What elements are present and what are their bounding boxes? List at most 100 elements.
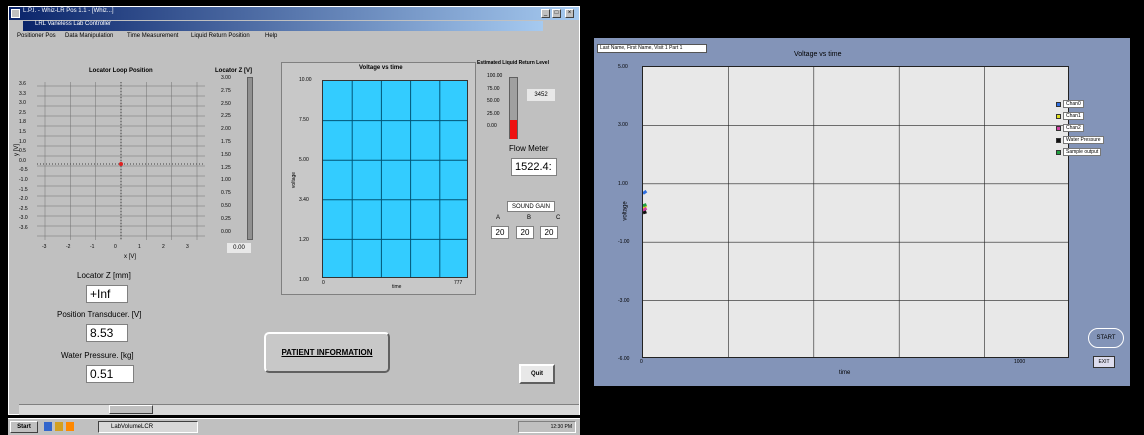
- recording-chart-x-tick-end: 1000: [1014, 359, 1026, 365]
- liquid-return-readout: 3452: [527, 89, 555, 101]
- sound-gain-header-b: B: [527, 215, 532, 221]
- locator-z-tick-11: 0.25: [221, 215, 231, 222]
- locator-y-tick-14: -3.0: [19, 215, 28, 222]
- locator-x-tick-0: -3: [42, 244, 47, 250]
- app-icon[interactable]: [11, 9, 20, 18]
- locator-y-tick-5: 1.5: [19, 129, 26, 135]
- legend-label: Sample output: [1063, 148, 1102, 156]
- locator-x-tick-4: 1: [138, 244, 141, 250]
- locator-z-tick-6: 1.50: [221, 151, 231, 158]
- series-line-4: [643, 203, 647, 208]
- legend-item-3: Water Pressure: [1056, 136, 1104, 144]
- legend-label: Chan1: [1063, 112, 1084, 120]
- locator-z-tick-9: 0.75: [221, 190, 231, 197]
- inner-titlebar[interactable]: LRL Vaneless Lab Controller: [23, 21, 543, 31]
- recording-chart-x-tick-start: 0: [640, 359, 643, 365]
- sound-gain-header-a: A: [496, 215, 501, 221]
- maximize-button[interactable]: □: [552, 9, 561, 18]
- locator-y-tick-8: 0.0: [19, 157, 26, 164]
- recording-chart-plot: [642, 66, 1069, 358]
- patient-information-button[interactable]: PATIENT INFORMATION: [264, 332, 390, 373]
- recording-chart-x-label: time: [839, 370, 851, 376]
- locator-y-tick-15: -3.6: [19, 225, 28, 231]
- menu-bar: Positioner Pos Data Manipulation Time Me…: [17, 33, 557, 43]
- locator-position-marker: [119, 162, 123, 166]
- legend-swatch: [1056, 101, 1061, 107]
- ie-icon[interactable]: [44, 422, 52, 431]
- menu-help[interactable]: Help: [265, 33, 277, 39]
- locator-z-tick-0: 3.00: [221, 75, 231, 81]
- voltage-chart-plot: [322, 80, 468, 278]
- locator-y-tick-11: -1.5: [19, 186, 28, 193]
- legend-swatch: [1056, 125, 1061, 131]
- locator-z-tick-7: 1.25: [221, 164, 231, 171]
- sound-gain-c-input[interactable]: 20: [540, 226, 558, 239]
- locator-z-tick-3: 2.25: [221, 113, 231, 120]
- flow-meter-label: Flow Meter: [509, 144, 549, 153]
- main-app-window: L.P.I. - Whiz-LR Pos 1.1 - [Whiz...] _ □…: [8, 6, 580, 415]
- recording-window: Last Name, First Name, Visit 1 Part 1 Vo…: [594, 38, 1130, 386]
- sound-gain-a-input[interactable]: 20: [491, 226, 509, 239]
- locator-y-tick-12: -2.0: [19, 196, 28, 203]
- legend-item-0: Chan0: [1056, 100, 1084, 108]
- recording-y-tick-1: 3.00: [618, 122, 628, 129]
- locator-y-tick-13: -2.5: [19, 205, 28, 212]
- voltage-chart-y-label: voltage: [291, 171, 298, 189]
- menu-time-measurement[interactable]: Time Measurement: [127, 33, 178, 39]
- voltage-y-tick-1: 7.50: [299, 117, 309, 123]
- locator-z-tick-1: 2.75: [221, 87, 231, 94]
- taskbar: Start LabVolumeLCR 12:30 PM: [8, 418, 580, 435]
- liquid-return-title: Estimated Liquid Return Level: [477, 60, 549, 66]
- sound-gain-b-input[interactable]: 20: [516, 226, 534, 239]
- locator-x-tick-3: 0: [114, 244, 117, 250]
- app-quicklaunch-icon[interactable]: [66, 422, 74, 431]
- locator-z-mm-label: Locator Z [mm]: [77, 271, 131, 280]
- recording-y-tick-2: 1.00: [618, 180, 628, 187]
- voltage-chart-title: Voltage vs time: [359, 65, 403, 71]
- locator-y-tick-4: 1.8: [19, 119, 26, 126]
- locator-z-title: Locator Z [V]: [215, 68, 252, 74]
- start-recording-button[interactable]: START: [1088, 328, 1124, 348]
- scrollbar-thumb[interactable]: [109, 405, 153, 414]
- locator-z-tick-4: 2.00: [221, 126, 231, 133]
- liquid-return-tick-1: 75.00: [487, 85, 500, 92]
- recording-y-tick-4: -3.00: [618, 297, 630, 304]
- quit-button[interactable]: Quit: [519, 364, 555, 384]
- minimize-button[interactable]: _: [541, 9, 550, 18]
- locator-z-tick-2: 2.50: [221, 100, 231, 107]
- flow-meter-value: 1522.4:: [511, 158, 557, 176]
- locator-x-tick-6: 3: [186, 244, 189, 250]
- liquid-return-tick-3: 25.00: [487, 110, 500, 117]
- locator-y-tick-10: -1.0: [19, 177, 28, 183]
- window-titlebar[interactable]: L.P.I. - Whiz-LR Pos 1.1 - [Whiz...] _ □…: [9, 7, 579, 20]
- locator-z-mm-value: +Inf: [86, 285, 128, 303]
- legend-swatch: [1056, 149, 1061, 155]
- menu-liquid-return-position[interactable]: Liquid Return Position: [191, 33, 250, 39]
- exit-button[interactable]: EXIT: [1093, 356, 1115, 368]
- folder-icon[interactable]: [55, 422, 63, 431]
- recording-legend: Chan0 Chan1 Chan2 Water Pressure Sample outp…: [1056, 100, 1116, 170]
- liquid-return-tick-0: 100.00: [487, 73, 503, 79]
- legend-item-4: Sample output: [1056, 148, 1102, 156]
- locator-y-tick-2: 3.0: [19, 100, 26, 107]
- taskbar-task-button[interactable]: LabVolumeLCR: [98, 421, 198, 433]
- locator-y-tick-3: 2.5: [19, 109, 26, 116]
- menu-positioner-pos[interactable]: Positioner Pos: [17, 33, 56, 39]
- recording-y-tick-3: -1.00: [618, 239, 630, 246]
- position-transducer-value: 8.53: [86, 324, 128, 342]
- locator-z-readout: 0.00: [227, 243, 251, 253]
- voltage-y-tick-3: 3.40: [299, 197, 309, 203]
- close-button[interactable]: ×: [565, 9, 574, 18]
- recording-chart-title: Voltage vs time: [794, 51, 842, 58]
- voltage-chart-x-tick-end: 777: [454, 280, 463, 286]
- voltage-chart-x-label: time: [392, 284, 402, 290]
- sound-gain-label: SOUND GAIN: [507, 201, 555, 212]
- horizontal-scrollbar[interactable]: [19, 404, 579, 415]
- locator-y-tick-0: 3.6: [19, 81, 26, 87]
- menu-data-manipulation[interactable]: Data Manipulation: [65, 33, 113, 39]
- start-button[interactable]: Start: [10, 421, 38, 433]
- locator-z-bar[interactable]: [247, 77, 253, 240]
- locator-loop-x-label: x [V]: [124, 254, 137, 260]
- series-line-3: [643, 210, 647, 215]
- locator-z-tick-12: 0.00: [221, 228, 231, 235]
